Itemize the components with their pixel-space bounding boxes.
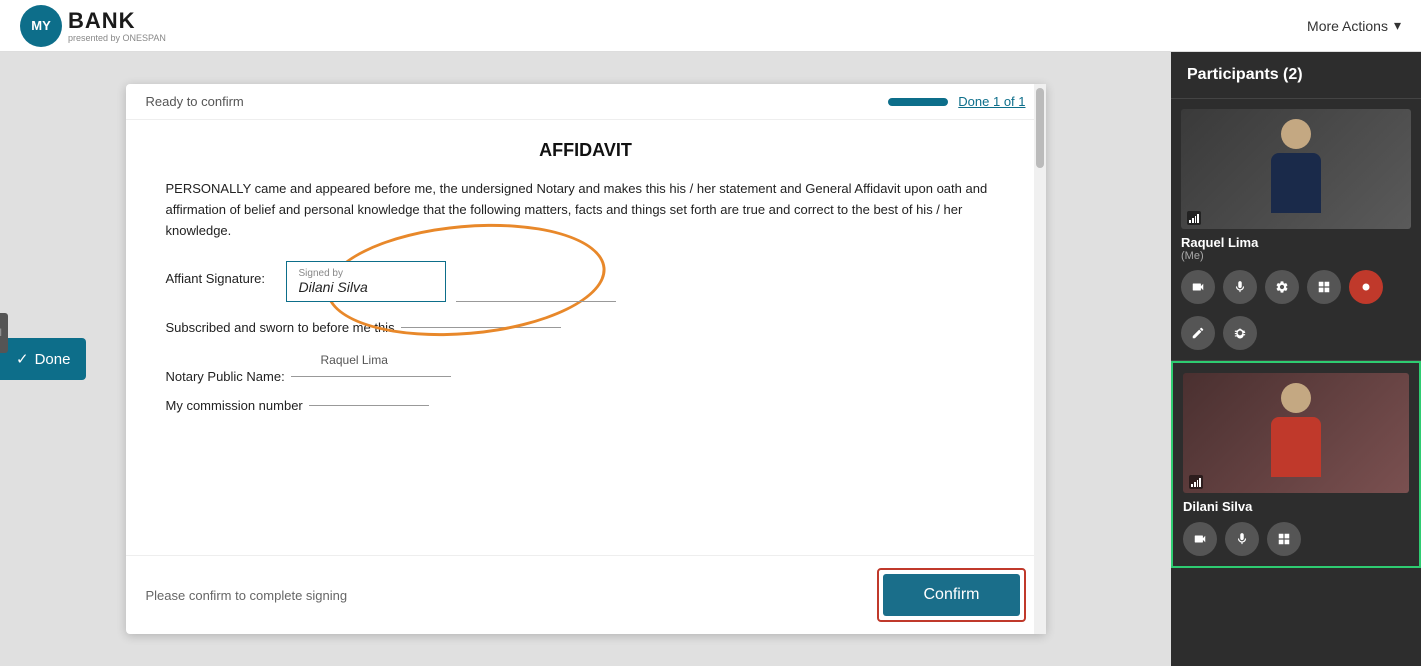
doc-scrollbar-thumb [1036,88,1044,168]
signal-bar-1 [1191,484,1193,487]
raquel-bug-btn[interactable] [1223,316,1257,350]
sidebar-header: Participants (2) [1171,52,1421,99]
ready-label: Ready to confirm [146,94,244,109]
logo-initials: MY [31,18,51,33]
checkmark-icon: ✓ [16,350,29,368]
signal-bar-2 [1192,218,1194,223]
dilani-mic-btn[interactable] [1225,522,1259,556]
chevron-down-icon: ▾ [1394,17,1401,34]
signal-bar-3 [1197,480,1199,487]
raquel-pen-btn[interactable] [1181,316,1215,350]
signature-box[interactable]: Signed by Dilani Silva [286,261,446,302]
raquel-silhouette [1261,119,1331,219]
raquel-record-btn[interactable] [1349,270,1383,304]
dilani-silhouette [1261,383,1331,483]
sworn-line [401,327,561,328]
signal-bar-4 [1197,214,1199,223]
notary-label-row: Notary Public Name: [166,369,1006,384]
main-area: ✓ Done Ready to confirm Done 1 of 1 AFFI… [0,52,1421,666]
raquel-mic-btn[interactable] [1223,270,1257,304]
dilani-controls [1183,522,1409,556]
done-link[interactable]: Done 1 of 1 [958,94,1025,109]
signer-name: Dilani Silva [299,279,368,295]
dilani-layout-btn[interactable] [1267,522,1301,556]
notary-label: Notary Public Name: [166,369,285,384]
dilani-camera-btn[interactable] [1183,522,1217,556]
participant-video-dilani [1183,373,1409,493]
confirm-button[interactable]: Confirm [883,574,1019,616]
doc-scrollbar[interactable] [1034,84,1046,634]
dilani-body [1271,417,1321,477]
dilani-name: Dilani Silva [1183,499,1409,514]
footer-text: Please confirm to complete signing [146,588,348,603]
logo-icon: MY [20,5,62,47]
commission-label: My commission number [166,398,303,413]
panel-divider[interactable]: ‖ [0,313,8,353]
raquel-name: Raquel Lima [1181,235,1411,250]
raquel-layout-btn[interactable] [1307,270,1341,304]
signal-bar-1 [1189,220,1191,223]
notary-line [291,376,451,377]
signal-icon-raquel [1187,211,1201,225]
notary-row: Raquel Lima Notary Public Name: [166,353,1006,384]
signal-bar-4 [1199,478,1201,487]
confirm-btn-wrapper: Confirm [877,568,1025,622]
logo-subtitle: presented by ONESPAN [68,34,166,43]
participant-card-raquel: Raquel Lima (Me) [1171,99,1421,361]
raquel-me-label: (Me) [1181,250,1411,262]
document-card: Ready to confirm Done 1 of 1 AFFIDAVIT P… [126,84,1046,634]
raquel-camera-btn[interactable] [1181,270,1215,304]
signature-underline [456,301,616,302]
done-button[interactable]: ✓ Done [0,338,86,380]
participant-card-dilani: Dilani Silva [1171,361,1421,568]
participant-video-raquel [1181,109,1411,229]
notary-name-above: Raquel Lima [321,353,1006,367]
doc-body: AFFIDAVIT PERSONALLY came and appeared b… [126,120,1046,555]
sworn-text: Subscribed and sworn to before me this [166,320,395,335]
doc-paragraph: PERSONALLY came and appeared before me, … [166,179,1006,241]
signal-bar-2 [1194,482,1196,487]
more-actions-label: More Actions [1307,18,1388,34]
sidebar: Participants (2) Raquel Lima (Me) [1171,52,1421,666]
commission-row: My commission number [166,398,1006,413]
raquel-body [1271,153,1321,213]
signal-bar-3 [1195,216,1197,223]
raquel-settings-btn[interactable] [1265,270,1299,304]
raquel-controls [1181,270,1411,350]
doc-panel: ✓ Done Ready to confirm Done 1 of 1 AFFI… [0,52,1171,666]
doc-footer: Please confirm to complete signing Confi… [126,555,1046,634]
logo-area: MY BANK presented by ONESPAN [20,5,166,47]
signature-label: Affiant Signature: [166,261,286,286]
signal-icon-dilani [1189,475,1203,489]
doc-header: Ready to confirm Done 1 of 1 [126,84,1046,120]
signed-by-label: Signed by [299,268,433,279]
raquel-head [1281,119,1311,149]
participants-title: Participants (2) [1187,66,1303,83]
more-actions-button[interactable]: More Actions ▾ [1307,17,1401,34]
signature-row: Affiant Signature: Signed by Dilani Silv… [166,261,1006,302]
dilani-head [1281,383,1311,413]
done-button-label: Done [35,351,71,368]
top-nav: MY BANK presented by ONESPAN More Action… [0,0,1421,52]
logo-text: BANK [68,8,136,33]
doc-title: AFFIDAVIT [166,140,1006,161]
progress-bar [888,98,948,106]
commission-line [309,405,429,406]
sworn-row: Subscribed and sworn to before me this [166,320,1006,335]
